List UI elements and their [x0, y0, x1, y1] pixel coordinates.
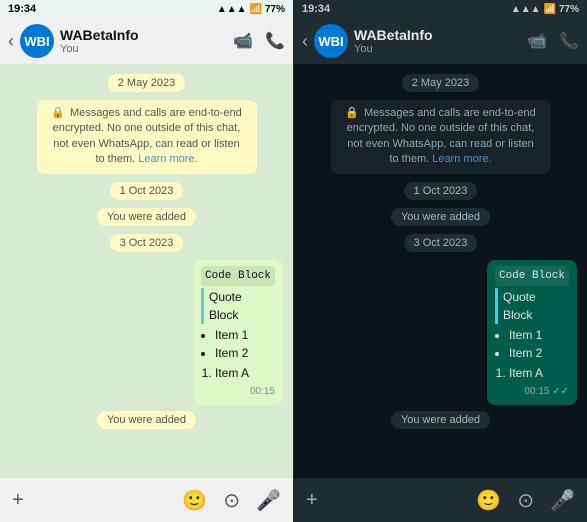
status-bar-left: 19:34 ▲▲▲ 📶 77%: [0, 0, 293, 18]
list-item2-left: Item 2: [215, 344, 275, 362]
bubble-time-right: 00:15 ✓✓: [495, 384, 569, 399]
quote-line2-right: Block: [503, 308, 532, 322]
ordered-item1-right: Item A: [509, 364, 569, 382]
list-item2-right: Item 2: [509, 344, 569, 362]
date-badge-3-left: 3 Oct 2023: [110, 234, 184, 252]
lock-icon-left: 🔒: [51, 107, 65, 119]
back-button-right[interactable]: ‹: [302, 31, 308, 52]
contact-sub-right: You: [354, 43, 521, 55]
date-badge-2-right: 1 Oct 2023: [404, 182, 478, 200]
chat-body-left: 2 May 2023 🔒 Messages and calls are end-…: [0, 64, 293, 478]
header-info-right: WABetaInfo You: [354, 27, 521, 55]
list-item1-right: Item 1: [509, 326, 569, 344]
header-info-left: WABetaInfo You: [60, 27, 227, 55]
enc-learn-more-left[interactable]: Learn more.: [138, 153, 197, 165]
wifi-icon-right: 📶: [544, 4, 556, 15]
quote-block-right: Quote Block: [495, 288, 569, 324]
chat-header-left: ‹ WBI WABetaInfo You 📹 📞: [0, 18, 293, 64]
enc-learn-more-right[interactable]: Learn more.: [432, 153, 491, 165]
right-panel: 19:34 ▲▲▲ 📶 77% ‹ WBI WABetaInfo You 📹 📞…: [293, 0, 587, 522]
battery-left: 77%: [265, 4, 285, 15]
contact-name-left: WABetaInfo: [60, 27, 227, 43]
code-block-right: Code Block: [495, 266, 569, 287]
read-tick-right: ✓✓: [552, 386, 569, 397]
system-added-1-left: You were added: [97, 208, 196, 226]
status-icons-right: ▲▲▲ 📶 77%: [511, 4, 579, 15]
bullet-list-left: Item 1 Item 2: [201, 326, 275, 362]
time-right: 19:34: [302, 3, 330, 15]
chat-header-right: ‹ WBI WABetaInfo You 📹 📞: [294, 18, 587, 64]
system-added-2-right: You were added: [391, 411, 490, 429]
message-bubble-left: Code Block Quote Block Item 1 Item 2 Ite…: [193, 260, 283, 406]
time-left: 19:34: [8, 3, 36, 15]
quote-line1-right: Quote: [503, 290, 536, 304]
enc-notice-left: 🔒 Messages and calls are end-to-end encr…: [37, 100, 257, 174]
back-button-left[interactable]: ‹: [8, 31, 14, 52]
date-badge-1-right: 2 May 2023: [402, 74, 479, 92]
ordered-list-right: Item A: [495, 364, 569, 382]
status-bar-right: 19:34 ▲▲▲ 📶 77%: [294, 0, 587, 18]
message-bubble-right: Code Block Quote Block Item 1 Item 2 Ite…: [487, 260, 577, 406]
date-badge-2-left: 1 Oct 2023: [110, 182, 184, 200]
voice-call-icon-left[interactable]: 📞: [265, 31, 285, 51]
bottom-bar-right: + 🙂 ⊙ 🎤: [294, 478, 587, 522]
enc-notice-right: 🔒 Messages and calls are end-to-end encr…: [331, 100, 551, 174]
bubble-time-left: 00:15: [201, 384, 275, 399]
emoji-icon-right[interactable]: 🙂: [476, 488, 501, 513]
voice-call-icon-right[interactable]: 📞: [559, 31, 579, 51]
ordered-item1-left: Item A: [215, 364, 275, 382]
emoji-icon-left[interactable]: 🙂: [182, 488, 207, 513]
camera-icon-left[interactable]: ⊙: [223, 488, 240, 513]
quote-line2-left: Block: [209, 308, 238, 322]
bullet-list-right: Item 1 Item 2: [495, 326, 569, 362]
quote-line1-left: Quote: [209, 290, 242, 304]
mic-icon-right[interactable]: 🎤: [550, 488, 575, 513]
signal-icon-left: ▲▲▲: [217, 4, 247, 15]
contact-sub-left: You: [60, 43, 227, 55]
system-added-2-left: You were added: [97, 411, 196, 429]
battery-right: 77%: [559, 4, 579, 15]
header-icons-left: 📹 📞: [233, 31, 285, 51]
lock-icon-right: 🔒: [345, 107, 359, 119]
mic-icon-left[interactable]: 🎤: [256, 488, 281, 513]
wifi-icon-left: 📶: [250, 4, 262, 15]
left-panel: 19:34 ▲▲▲ 📶 77% ‹ WBI WABetaInfo You 📹 📞…: [0, 0, 293, 522]
plus-icon-right[interactable]: +: [306, 489, 318, 512]
contact-name-right: WABetaInfo: [354, 27, 521, 43]
chat-body-right: 2 May 2023 🔒 Messages and calls are end-…: [294, 64, 587, 478]
ordered-list-left: Item A: [201, 364, 275, 382]
avatar-right: WBI: [314, 24, 348, 58]
avatar-left: WBI: [20, 24, 54, 58]
date-badge-3-right: 3 Oct 2023: [404, 234, 478, 252]
system-added-1-right: You were added: [391, 208, 490, 226]
status-icons-left: ▲▲▲ 📶 77%: [217, 4, 285, 15]
list-item1-left: Item 1: [215, 326, 275, 344]
quote-block-left: Quote Block: [201, 288, 275, 324]
bottom-bar-left: + 🙂 ⊙ 🎤: [0, 478, 293, 522]
header-icons-right: 📹 📞: [527, 31, 579, 51]
video-call-icon-left[interactable]: 📹: [233, 31, 253, 51]
date-badge-1-left: 2 May 2023: [108, 74, 185, 92]
code-block-left: Code Block: [201, 266, 275, 287]
plus-icon-left[interactable]: +: [12, 489, 24, 512]
video-call-icon-right[interactable]: 📹: [527, 31, 547, 51]
camera-icon-right[interactable]: ⊙: [517, 488, 534, 513]
signal-icon-right: ▲▲▲: [511, 4, 541, 15]
